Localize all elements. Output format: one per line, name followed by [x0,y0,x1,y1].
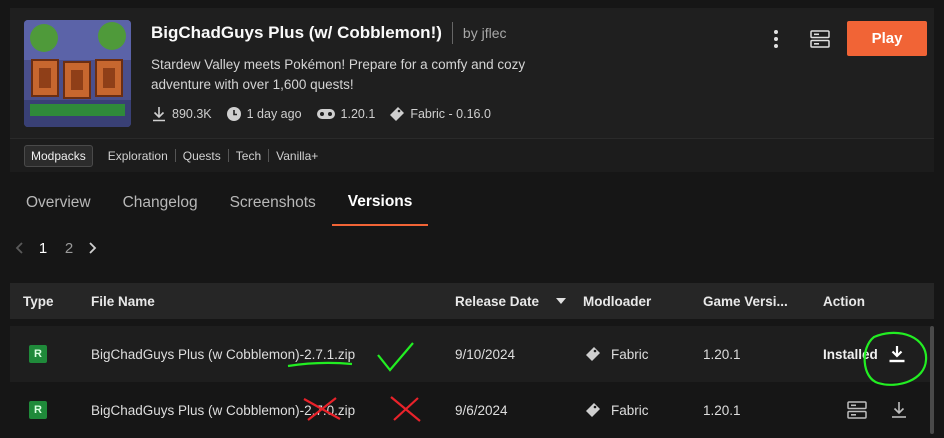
category-tags: Modpacks Exploration Quests Tech Vanilla… [10,138,934,172]
modloader-name: Fabric [611,346,649,362]
column-file-name: File Name [91,293,155,309]
column-release-date[interactable]: Release Date [455,283,567,319]
modpack-author[interactable]: by jflec [463,25,507,41]
title-divider [451,22,453,44]
server-icon[interactable] [810,30,830,53]
install-server-button[interactable] [847,382,867,438]
fabric-icon [586,347,600,361]
game-version: 1.20.1 [703,346,741,362]
loader-stat: Fabric - 0.16.0 [389,106,491,122]
loader-version: Fabric - 0.16.0 [410,107,491,121]
modpack-title: BigChadGuys Plus (w/ Cobblemon!) [151,23,442,42]
page-1[interactable]: 1 [30,240,56,257]
modloader-name: Fabric [611,402,649,418]
gamepad-icon [316,109,335,119]
game-version: 1.20.1 [340,107,376,121]
tab-versions[interactable]: Versions [331,180,429,226]
tag-exploration[interactable]: Exploration [101,149,175,163]
sort-down-icon[interactable] [555,297,567,305]
updated-stat: 1 day ago [226,106,302,122]
server-icon [847,401,867,419]
tag-tech[interactable]: Tech [229,149,268,163]
download-icon [153,107,165,122]
modpack-header: BigChadGuys Plus (w/ Cobblemon!) by jfle… [10,8,934,138]
column-game-version: Game Versi... [703,293,788,309]
tag-quests[interactable]: Quests [176,149,228,163]
fabric-icon [390,107,405,121]
download-button[interactable] [891,382,907,438]
tab-screenshots[interactable]: Screenshots [214,180,332,226]
file-name: BigChadGuys Plus (w Cobblemon)-2.7.0.zip [91,402,356,418]
column-type: Type [23,293,54,309]
file-name: BigChadGuys Plus (w Cobblemon)-2.7.1.zip [91,346,356,362]
tab-changelog[interactable]: Changelog [107,180,214,226]
download-icon [892,402,906,418]
installed-status: Installed [823,346,878,362]
updated-time: 1 day ago [246,107,302,121]
column-modloader: Modloader [583,293,652,309]
release-type-badge: R [29,345,47,363]
table-row[interactable]: R BigChadGuys Plus (w Cobblemon)-2.7.0.z… [10,382,930,438]
tag-vanilla-plus[interactable]: Vanilla+ [269,149,325,163]
more-options-icon[interactable] [770,28,782,50]
download-button[interactable] [888,326,906,382]
page-2[interactable]: 2 [56,240,82,257]
modpack-thumbnail [24,20,131,127]
downloads-stat: 890.3K [151,106,212,122]
chevron-right-icon[interactable] [82,238,102,258]
fabric-icon [586,403,600,417]
game-version: 1.20.1 [703,402,741,418]
game-version-stat: 1.20.1 [316,107,376,121]
versions-table-header: Type File Name Release Date Modloader Ga… [10,283,934,319]
release-date: 9/6/2024 [455,402,508,418]
column-action: Action [823,293,865,309]
downloads-count: 890.3K [172,107,212,121]
tag-modpacks[interactable]: Modpacks [24,144,93,167]
clock-icon [226,107,241,121]
pagination: 1 2 [10,236,102,260]
play-button[interactable]: Play [847,21,927,56]
download-icon [889,346,905,363]
table-scrollbar[interactable] [930,326,934,434]
column-release-date-label: Release Date [455,293,540,309]
release-type-badge: R [29,401,47,419]
tab-overview[interactable]: Overview [10,180,107,226]
chevron-left-icon[interactable] [10,238,30,258]
modpack-description: Stardew Valley meets Pokémon! Prepare fo… [151,57,526,92]
modpack-stats: 890.3K 1 day ago 1.20.1 Fabric - 0.16.0 [151,106,505,122]
table-row[interactable]: R BigChadGuys Plus (w Cobblemon)-2.7.1.z… [10,326,930,382]
tab-bar: Overview Changelog Screenshots Versions [10,180,429,226]
release-date: 9/10/2024 [455,346,516,362]
